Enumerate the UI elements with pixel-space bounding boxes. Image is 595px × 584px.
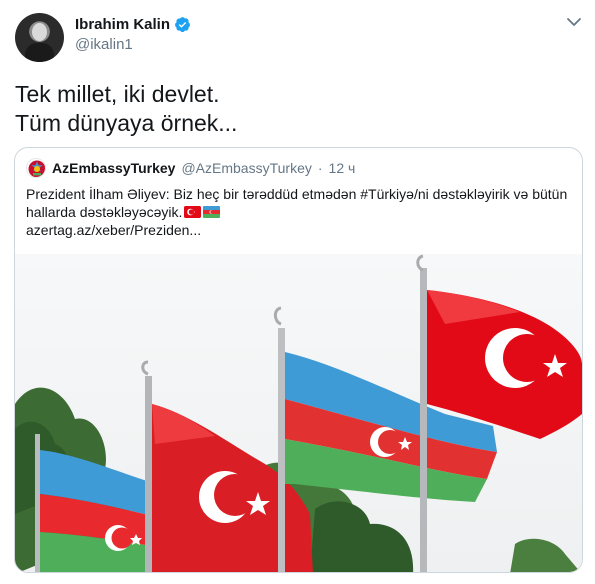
author-avatar[interactable]	[15, 13, 64, 62]
chevron-down-icon[interactable]	[566, 16, 582, 28]
quoted-time[interactable]: 12 ч	[329, 160, 356, 176]
verified-badge-icon	[175, 17, 190, 33]
author-display-name[interactable]: Ibrahim Kalin	[75, 16, 170, 33]
quoted-handle[interactable]: @AzEmbassyTurkey	[181, 160, 311, 176]
turkey-flag-icon	[184, 206, 202, 218]
flags-photo-image	[15, 254, 582, 572]
quoted-text: Prezident İlham Əliyev: Biz heç bir tərə…	[26, 185, 571, 239]
quoted-link[interactable]: azertag.az/xeber/Preziden...	[26, 221, 571, 239]
quoted-tweet-header: AzEmbassyTurkey @AzEmbassyTurkey · 12 ч	[26, 158, 355, 178]
quoted-body: Prezident İlham Əliyev: Biz heç bir tərə…	[26, 186, 568, 220]
quoted-tweet[interactable]: AzEmbassyTurkey @AzEmbassyTurkey · 12 ч …	[14, 147, 583, 573]
author-handle[interactable]: @ikalin1	[75, 36, 191, 53]
quoted-author-avatar[interactable]	[26, 158, 46, 178]
tweet-text: Tek millet, iki devlet. Tüm dünyaya örne…	[15, 80, 575, 138]
azerbaijan-emblem-icon	[28, 160, 45, 177]
azerbaijan-flag-icon	[203, 206, 221, 218]
quoted-separator: ·	[317, 160, 323, 176]
flags-photo[interactable]	[15, 254, 582, 572]
tweet-card[interactable]: Ibrahim Kalin @ikalin1 Tek millet, iki d…	[0, 0, 595, 584]
tweet-line: Tek millet, iki devlet.	[15, 81, 220, 107]
tweet-line: Tüm dünyaya örnek...	[15, 110, 238, 136]
quoted-display-name[interactable]: AzEmbassyTurkey	[52, 160, 175, 176]
author-name-block: Ibrahim Kalin @ikalin1	[75, 16, 191, 53]
